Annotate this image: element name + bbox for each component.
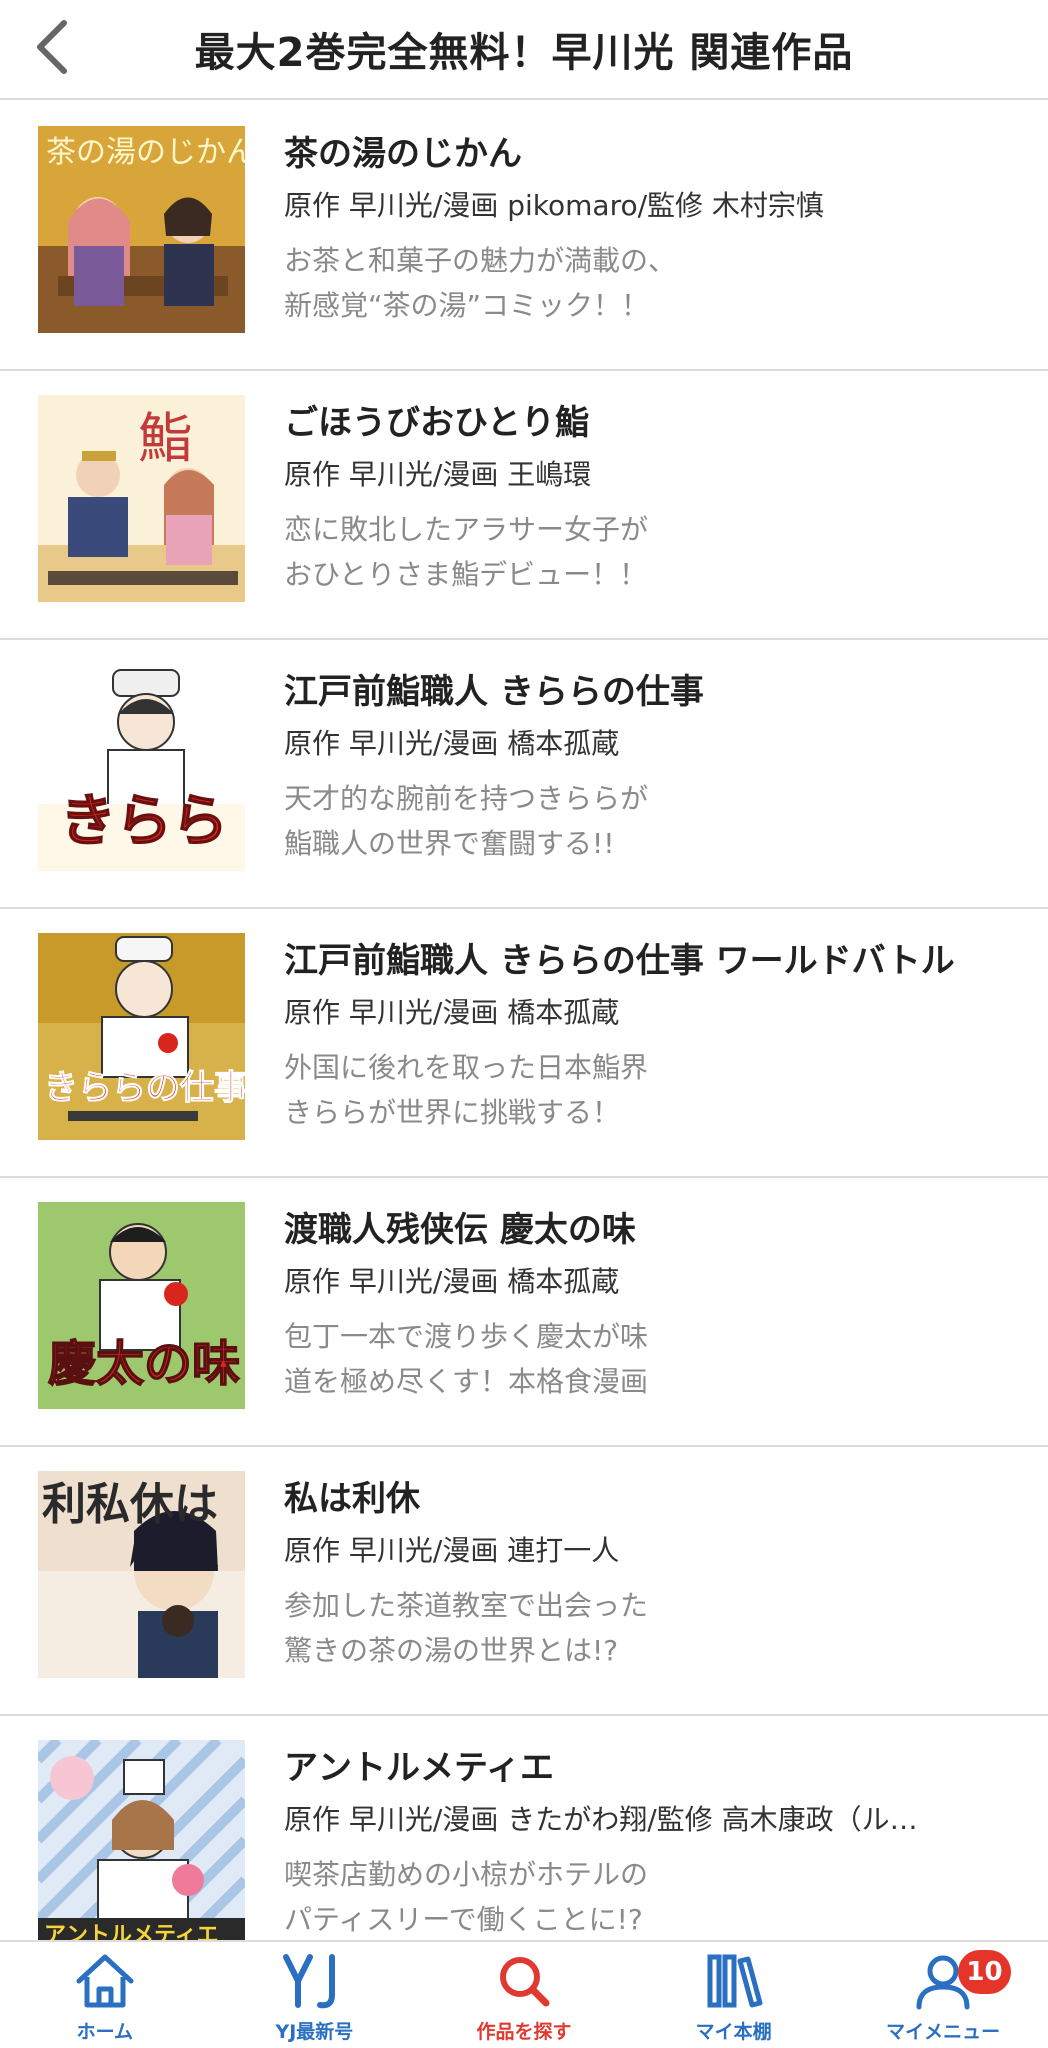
tab-my-menu[interactable]: 10 マイメニュー bbox=[838, 1942, 1048, 2048]
svg-text:利私休は: 利私休は bbox=[42, 1479, 218, 1530]
tab-label: マイメニュー bbox=[886, 2021, 1001, 2043]
list-item[interactable]: きらら 江戸前鮨職人 きららの仕事 原作 早川光/漫画 橋本孤蔵 天才的な腕前を… bbox=[0, 640, 1048, 909]
work-credit: 原作 早川光/漫画 橋本孤蔵 bbox=[284, 996, 620, 1029]
work-description: 恋に敗北したアラサー女子が おひとりさま鮨デビュー！！ bbox=[284, 513, 649, 591]
work-description: 天才的な腕前を持つきららが 鮨職人の世界で奮闘する!! bbox=[284, 782, 649, 860]
work-credit: 原作 早川光/漫画 連打一人 bbox=[284, 1534, 620, 1567]
cover-image: きららの仕事 bbox=[38, 933, 245, 1140]
list-item[interactable]: 慶太の味 渡職人残侠伝 慶太の味 原作 早川光/漫画 橋本孤蔵 包丁一本で渡り歩… bbox=[0, 1178, 1048, 1447]
work-title: 江戸前鮨職人 きららの仕事 bbox=[284, 672, 704, 712]
list-item[interactable]: きららの仕事 江戸前鮨職人 きららの仕事 ワールドバトル 原作 早川光/漫画 橋… bbox=[0, 909, 1048, 1178]
tab-search[interactable]: 作品を探す bbox=[419, 1942, 629, 2048]
back-button[interactable] bbox=[22, 14, 82, 80]
yj-icon bbox=[282, 1949, 346, 2013]
notification-badge: 10 bbox=[958, 1950, 1011, 1994]
svg-text:きららの仕事: きららの仕事 bbox=[44, 1068, 245, 1108]
work-title: 茶の湯のじかん bbox=[284, 134, 522, 174]
work-credit: 原作 早川光/漫画 pikomaro/監修 木村宗慎 bbox=[284, 189, 824, 222]
list-item[interactable]: 鮨 ごほうびおひとり鮨 原作 早川光/漫画 王嶋環 恋に敗北したアラサー女子が … bbox=[0, 371, 1048, 640]
work-description: 外国に後れを取った日本鮨界 きららが世界に挑戦する！ bbox=[284, 1051, 649, 1129]
svg-text:鮨: 鮨 bbox=[138, 407, 192, 470]
tab-yj-latest[interactable]: YJ最新号 bbox=[210, 1942, 420, 2048]
cover-image: 鮨 bbox=[38, 395, 245, 602]
work-list: 茶の湯のじかん 茶の湯のじかん 原作 早川光/漫画 pikomaro/監修 木村… bbox=[0, 102, 1048, 1940]
list-item[interactable]: 茶の湯のじかん 茶の湯のじかん 原作 早川光/漫画 pikomaro/監修 木村… bbox=[0, 102, 1048, 371]
cover-image: アントルメティエ bbox=[38, 1740, 245, 1940]
page-title: 最大2巻完全無料！早川光 関連作品 bbox=[194, 30, 854, 76]
chevron-left-icon bbox=[37, 20, 67, 74]
work-title: アントルメティエ bbox=[284, 1748, 554, 1788]
search-icon bbox=[492, 1949, 556, 2013]
cover-image: きらら bbox=[38, 664, 245, 871]
header: 最大2巻完全無料！早川光 関連作品 bbox=[0, 0, 1048, 100]
work-description: お茶と和菓子の魅力が満載の、 新感覚“茶の湯”コミック！！ bbox=[284, 244, 677, 322]
tab-home[interactable]: ホーム bbox=[0, 1942, 210, 2048]
work-credit: 原作 早川光/漫画 橋本孤蔵 bbox=[284, 727, 620, 760]
cover-image: 慶太の味 bbox=[38, 1202, 245, 1409]
home-icon bbox=[73, 1949, 137, 2013]
work-credit: 原作 早川光/漫画 王嶋環 bbox=[284, 458, 592, 491]
svg-text:慶太の味: 慶太の味 bbox=[48, 1336, 240, 1392]
tab-label: ホーム bbox=[76, 2021, 134, 2043]
work-title: 私は利休 bbox=[284, 1479, 420, 1519]
cover-image: 茶の湯のじかん bbox=[38, 126, 245, 333]
work-description: 喫茶店勤めの小椋がホテルの パティスリーで働くことに!? bbox=[284, 1858, 649, 1936]
tab-label: マイ本棚 bbox=[695, 2021, 772, 2043]
cover-image: 利私休は bbox=[38, 1471, 245, 1678]
tab-label: YJ最新号 bbox=[275, 2021, 354, 2043]
work-credit: 原作 早川光/漫画 きたがわ翔/監修 高木康政（ル… bbox=[284, 1803, 918, 1836]
bottom-tab-bar: ホーム YJ最新号 作品を探す マイ本棚 10 マイメニュー bbox=[0, 1940, 1048, 2048]
list-item[interactable]: アントルメティエ アントルメティエ 原作 早川光/漫画 きたがわ翔/監修 高木康… bbox=[0, 1716, 1048, 1940]
list-item[interactable]: 利私休は 私は利休 原作 早川光/漫画 連打一人 参加した茶道教室で出会った 驚… bbox=[0, 1447, 1048, 1716]
tab-label: 作品を探す bbox=[476, 2021, 572, 2043]
bookshelf-icon bbox=[702, 1949, 766, 2013]
svg-text:きらら: きらら bbox=[60, 789, 228, 854]
work-description: 参加した茶道教室で出会った 驚きの茶の湯の世界とは!? bbox=[284, 1589, 649, 1667]
tab-bookshelf[interactable]: マイ本棚 bbox=[629, 1942, 839, 2048]
work-credit: 原作 早川光/漫画 橋本孤蔵 bbox=[284, 1265, 620, 1298]
svg-text:茶の湯のじかん: 茶の湯のじかん bbox=[46, 135, 245, 170]
work-title: 江戸前鮨職人 きららの仕事 ワールドバトル bbox=[284, 941, 955, 981]
svg-text:アントルメティエ: アントルメティエ bbox=[44, 1923, 219, 1940]
work-title: ごほうびおひとり鮨 bbox=[284, 403, 589, 443]
work-description: 包丁一本で渡り歩く慶太が味 道を極め尽くす！本格食漫画 bbox=[284, 1320, 649, 1398]
work-title: 渡職人残侠伝 慶太の味 bbox=[284, 1210, 636, 1250]
